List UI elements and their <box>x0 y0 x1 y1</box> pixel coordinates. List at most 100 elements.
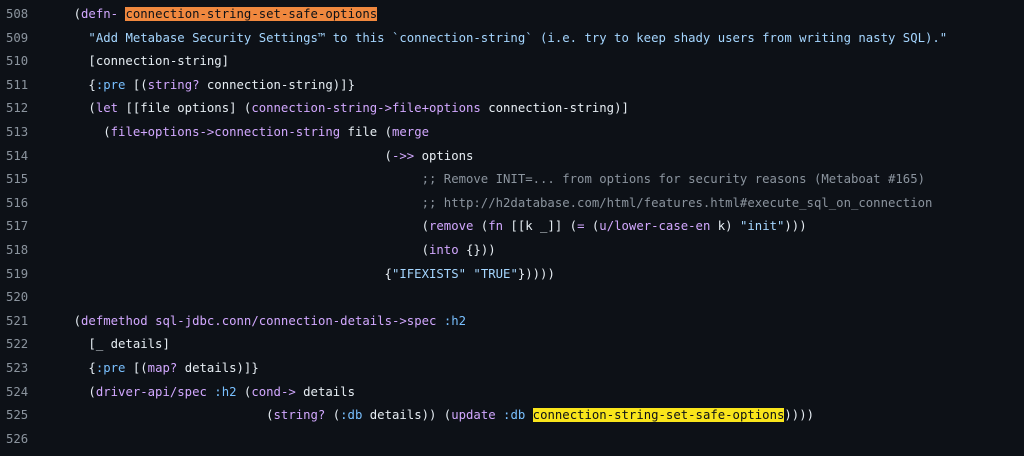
code-token: ( <box>44 384 96 399</box>
code-text: (let [[file options] (connection-string-… <box>44 97 1024 121</box>
code-token: string? <box>273 408 326 423</box>
code-line: 521 (defmethod sql-jdbc.conn/connection-… <box>0 310 1024 334</box>
code-token: remove <box>428 219 474 234</box>
code-token: map? <box>147 360 178 375</box>
code-text: ;; http://h2database.com/html/features.h… <box>44 192 1024 216</box>
code-token: ( <box>44 313 82 328</box>
code-token: ( <box>44 101 96 116</box>
code-token: ( <box>44 242 429 257</box>
code-line: 513 (file+options->connection-string fil… <box>0 121 1024 145</box>
line-number[interactable]: 519 <box>0 263 44 287</box>
code-text: {:pre [(map? details)]} <box>44 357 1024 381</box>
line-number[interactable]: 511 <box>0 74 44 98</box>
line-number[interactable]: 520 <box>0 286 44 310</box>
code-line: 514 (->> options <box>0 145 1024 169</box>
code-line: 508 (defn- connection-string-set-safe-op… <box>0 3 1024 27</box>
code-line: 512 (let [[file options] (connection-str… <box>0 97 1024 121</box>
code-token: ( <box>325 408 341 423</box>
code-token: ( <box>584 219 600 234</box>
code-token: file+options->connection-string <box>110 124 341 139</box>
code-text: (defn- connection-string-set-safe-option… <box>44 3 1024 27</box>
code-line: 522 [_ details] <box>0 333 1024 357</box>
code-token: connection-string)]} <box>199 77 355 92</box>
line-number[interactable]: 518 <box>0 239 44 263</box>
code-line: 525 (string? (:db details)) (update :db … <box>0 404 1024 428</box>
line-number[interactable]: 522 <box>0 333 44 357</box>
code-text: (->> options <box>44 145 1024 169</box>
code-token: file ( <box>340 124 392 139</box>
line-number[interactable]: 512 <box>0 97 44 121</box>
code-view: 508 (defn- connection-string-set-safe-op… <box>0 0 1024 456</box>
code-token: :pre <box>95 77 126 92</box>
code-token: :h2 <box>214 384 237 399</box>
code-line: 516 ;; http://h2database.com/html/featur… <box>0 192 1024 216</box>
line-number[interactable]: 508 <box>0 3 44 27</box>
symbol-highlight: connection-string-set-safe-options <box>532 408 785 423</box>
line-number[interactable]: 525 <box>0 404 44 428</box>
code-token: ( <box>236 384 252 399</box>
code-text: (into {})) <box>44 239 1024 263</box>
code-token: )))) <box>784 408 815 423</box>
code-text: {:pre [(string? connection-string)]} <box>44 74 1024 98</box>
code-line: 519 {"IFEXISTS" "TRUE"})))) <box>0 263 1024 287</box>
code-text: (file+options->connection-string file (m… <box>44 121 1024 145</box>
code-line: 517 (remove (fn [[k _]] (= (u/lower-case… <box>0 215 1024 239</box>
line-number[interactable]: 510 <box>0 50 44 74</box>
line-number[interactable]: 509 <box>0 27 44 51</box>
line-number[interactable]: 521 <box>0 310 44 334</box>
code-token: merge <box>391 124 430 139</box>
code-token: ( <box>44 124 111 139</box>
code-text: {"IFEXISTS" "TRUE"})))) <box>44 263 1024 287</box>
code-text: (driver-api/spec :h2 (cond-> details <box>44 381 1024 405</box>
line-number[interactable]: 514 <box>0 145 44 169</box>
code-token: :db <box>340 408 363 423</box>
code-token: u/lower-case-en <box>599 219 711 234</box>
line-number[interactable]: 515 <box>0 168 44 192</box>
code-line: 520 <box>0 286 1024 310</box>
code-token: k) <box>710 219 740 234</box>
code-text: "Add Metabase Security Settings™ to this… <box>44 27 1024 51</box>
code-token: { <box>44 360 96 375</box>
code-token: ( <box>44 148 392 163</box>
code-line: 524 (driver-api/spec :h2 (cond-> details <box>0 381 1024 405</box>
line-number[interactable]: 523 <box>0 357 44 381</box>
code-text: [connection-string] <box>44 50 1024 74</box>
code-text: (defmethod sql-jdbc.conn/connection-deta… <box>44 310 1024 334</box>
code-token: ( <box>44 219 429 234</box>
code-token: ->> <box>391 148 415 163</box>
code-token: defmethod <box>81 313 148 328</box>
code-token: "Add Metabase Security Settings™ to this… <box>88 30 948 45</box>
code-token: details <box>295 384 355 399</box>
code-token: ( <box>473 219 489 234</box>
code-token: :db <box>503 408 526 423</box>
line-number[interactable]: 524 <box>0 381 44 405</box>
code-token: connection-string->file+options <box>251 101 481 116</box>
line-number[interactable]: 516 <box>0 192 44 216</box>
code-text: (string? (:db details)) (update :db conn… <box>44 404 1024 428</box>
code-token: update <box>451 408 496 423</box>
code-token: sql-jdbc.conn/connection-details->spec <box>155 313 437 328</box>
code-token: driver-api/spec <box>95 384 207 399</box>
code-token: ;; Remove INIT=... from options for secu… <box>421 172 926 187</box>
code-token: [connection-string] <box>44 54 230 69</box>
code-token: "TRUE" <box>473 266 518 281</box>
line-number[interactable]: 517 <box>0 215 44 239</box>
code-token: })))) <box>517 266 555 281</box>
code-token: [[k _]] ( <box>503 219 578 234</box>
code-line: 526 <box>0 428 1024 452</box>
code-token: {})) <box>458 242 496 257</box>
line-number[interactable]: 513 <box>0 121 44 145</box>
line-number[interactable]: 526 <box>0 428 44 452</box>
code-token: [( <box>125 77 148 92</box>
code-line: 511 {:pre [(string? connection-string)]} <box>0 74 1024 98</box>
code-token: { <box>44 77 96 92</box>
code-line: 510 [connection-string] <box>0 50 1024 74</box>
code-token: let <box>95 101 119 116</box>
